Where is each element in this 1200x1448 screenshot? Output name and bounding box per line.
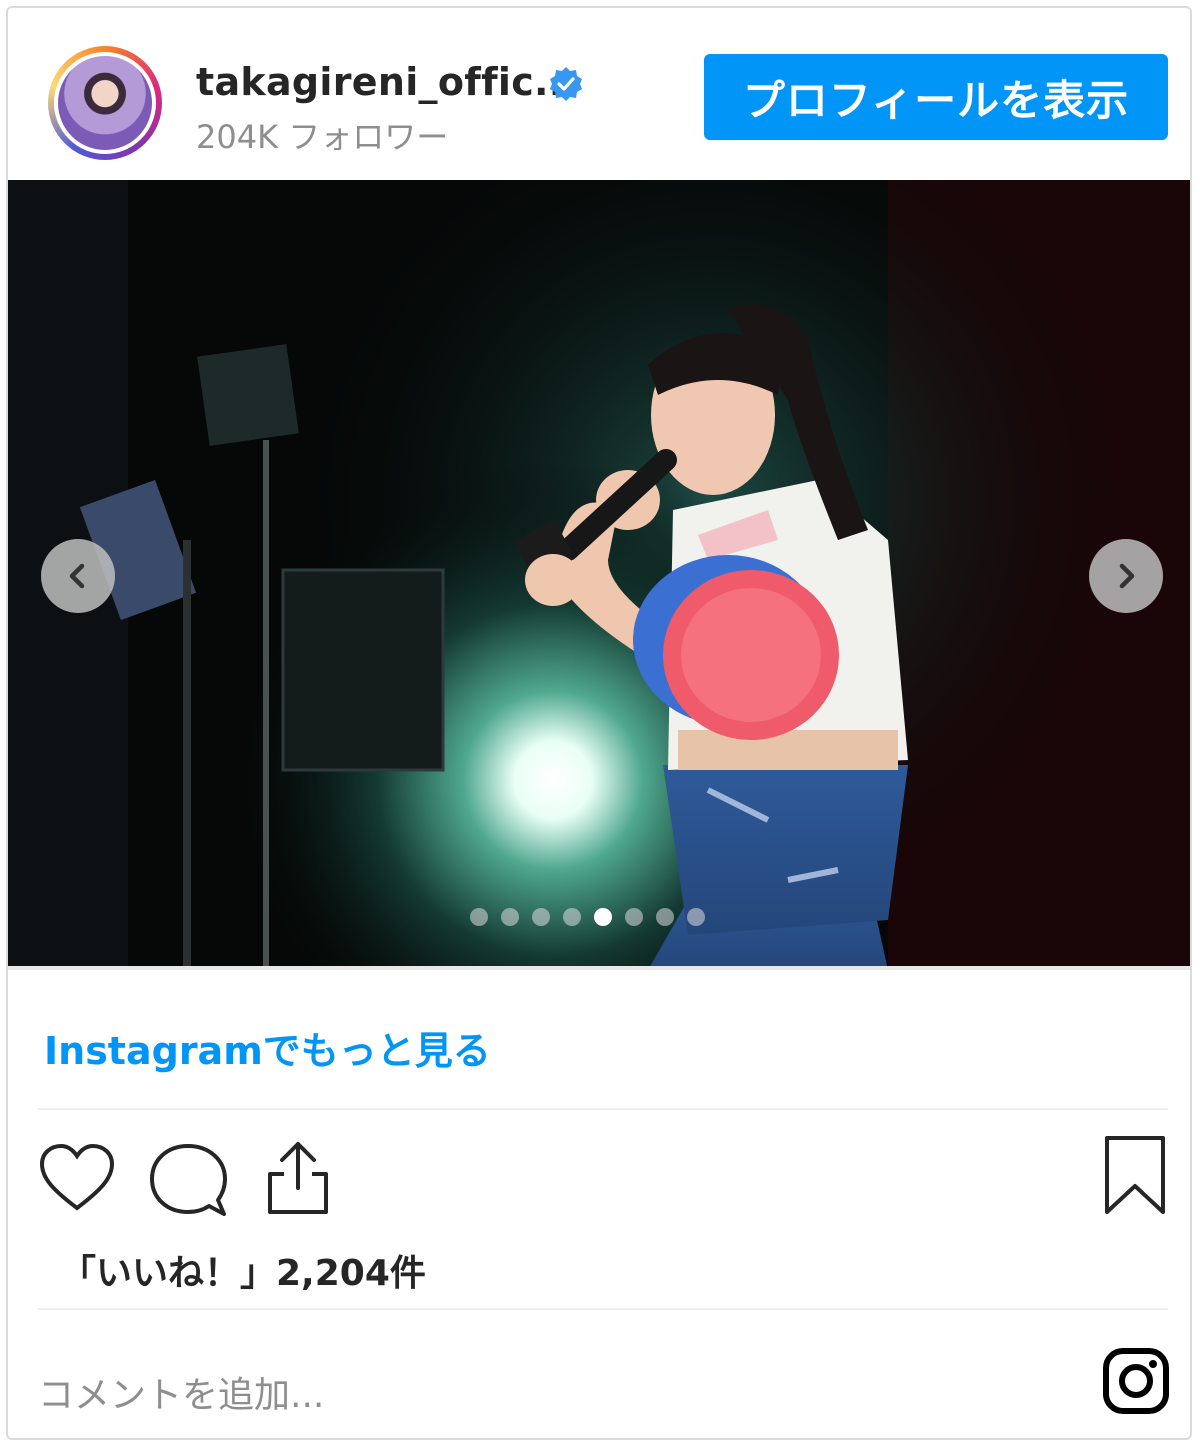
post-photo-image (8, 180, 1190, 970)
instagram-logo-icon[interactable] (1101, 1346, 1171, 1416)
carousel-dot (501, 908, 519, 926)
carousel-dot (656, 908, 674, 926)
chevron-right-icon (1119, 563, 1135, 589)
post-photo[interactable] (8, 180, 1190, 970)
instagram-embed-card: takagireni_offic... 204K フォロワー プロフィールを表示 (6, 6, 1192, 1440)
carousel-dot (532, 908, 550, 926)
view-more-on-instagram-link[interactable]: Instagramでもっと見る (44, 1020, 491, 1075)
carousel-dot (625, 908, 643, 926)
verified-badge-icon (550, 67, 582, 101)
bookmark-icon[interactable] (1102, 1134, 1168, 1216)
username[interactable]: takagireni_offic... (196, 60, 578, 104)
carousel-dot (470, 908, 488, 926)
chevron-left-icon (69, 563, 85, 589)
avatar-image (58, 56, 152, 150)
divider (38, 1108, 1168, 1110)
view-profile-button[interactable]: プロフィールを表示 (704, 54, 1168, 140)
follower-count: 204K フォロワー (196, 118, 449, 156)
divider (38, 1308, 1168, 1310)
carousel-dots (470, 908, 705, 926)
heart-icon[interactable] (38, 1142, 116, 1214)
avatar-frame (54, 52, 156, 154)
carousel-prev-button[interactable] (41, 539, 115, 613)
add-comment-input[interactable]: コメントを追加... (38, 1366, 324, 1418)
share-icon[interactable] (262, 1138, 334, 1218)
carousel-next-button[interactable] (1089, 539, 1163, 613)
like-count[interactable]: 「いいね！」2,204件 (60, 1244, 426, 1296)
avatar[interactable] (48, 46, 162, 160)
carousel-dot (594, 908, 612, 926)
carousel-dot (687, 908, 705, 926)
comment-bubble-icon[interactable] (148, 1142, 228, 1218)
carousel-dot (563, 908, 581, 926)
